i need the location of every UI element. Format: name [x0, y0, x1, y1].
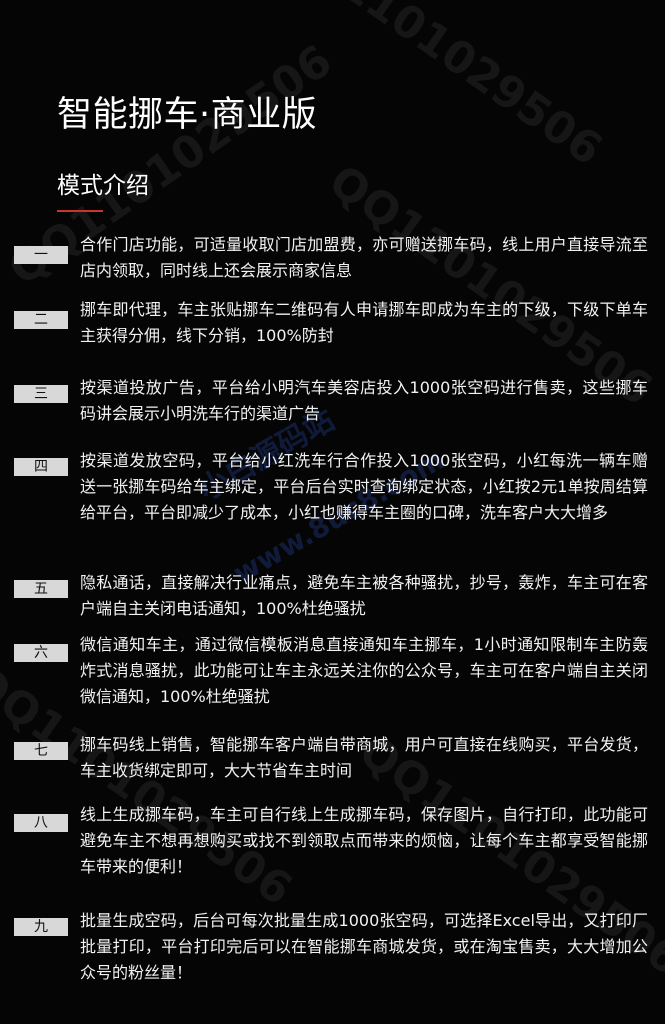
item-number-badge: 五 — [14, 580, 68, 598]
item-text: 挪车即代理，车主张贴挪车二维码有人申请挪车即成为车主的下级，下级下单车主获得分佣… — [80, 300, 648, 345]
item-number-badge: 八 — [14, 814, 68, 832]
item-number-badge: 三 — [14, 385, 68, 403]
watermark: QQ1101029506 — [269, 0, 612, 176]
item-number-badge: 六 — [14, 644, 68, 662]
item-text: 隐私通话，直接解决行业痛点，避免车主被各种骚扰，抄号，轰炸，车主可在客户端自主关… — [80, 573, 648, 618]
item-text: 线上生成挪车码，车主可自行线上生成挪车码，保存图片，自行打印，此功能可避免车主不… — [80, 805, 648, 876]
item-number-badge: 一 — [14, 246, 68, 264]
section-title: 模式介绍 — [57, 173, 149, 199]
item-text: 挪车码线上销售，智能挪车客户端自带商城，用户可直接在线购买，平台发货，车主收货绑… — [80, 735, 648, 780]
item-text: 按渠道投放广告，平台给小明汽车美容店投入1000张空码进行售卖，这些挪车码讲会展… — [80, 378, 648, 423]
item-text: 合作门店功能，可适量收取门店加盟费，亦可赠送挪车码，线上用户直接导流至店内领取，… — [80, 235, 648, 280]
title-underline — [57, 210, 103, 212]
item-number-badge: 二 — [14, 311, 68, 329]
item-number-badge: 七 — [14, 742, 68, 760]
item-text: 按渠道发放空码，平台给小红洗车行合作投入1000张空码，小红每洗一辆车赠送一张挪… — [80, 451, 648, 522]
page: QQ1101029506 QQ1101029506 QQ1101029506 Q… — [0, 0, 665, 1024]
item-number-badge: 九 — [14, 918, 68, 936]
item-number-badge: 四 — [14, 458, 68, 476]
item-text: 微信通知车主，通过微信模板消息直接通知车主挪车，1小时通知限制车主防轰炸式消息骚… — [80, 635, 648, 706]
page-title: 智能挪车·商业版 — [57, 95, 318, 135]
item-text: 批量生成空码，后台可每次批量生成1000张空码，可选择Excel导出，又打印厂批… — [80, 911, 648, 982]
